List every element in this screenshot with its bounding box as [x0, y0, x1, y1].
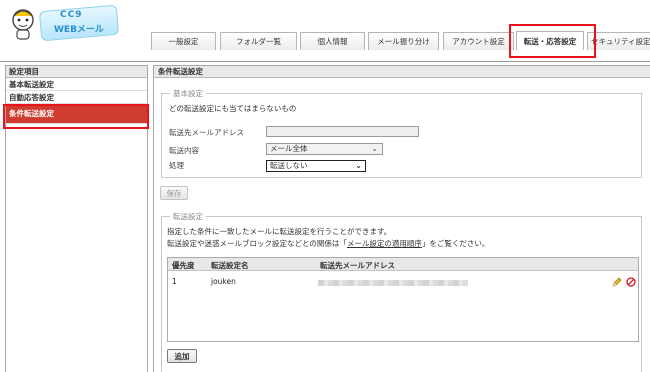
save-button[interactable]: 保存: [160, 186, 188, 200]
table-header: 優先度 転送設定名 転送先メールアドレス: [168, 258, 638, 271]
chevron-down-icon: ⌄: [371, 144, 378, 153]
forward-settings-legend: 転送設定: [170, 211, 206, 222]
process-value: 転送しない: [270, 161, 308, 170]
edit-pencil-icon[interactable]: [612, 277, 622, 287]
column-header-priority: 優先度: [172, 261, 195, 270]
sidebar-highlight-box: [3, 104, 149, 129]
dest-address-label: 転送先メールアドレス: [169, 128, 244, 137]
process-label: 処理: [169, 161, 184, 170]
column-header-address: 転送先メールアドレス: [320, 261, 395, 270]
table-row[interactable]: 1 jouken: [168, 276, 638, 289]
tab-mail-filter[interactable]: メール振り分け: [368, 32, 439, 50]
tab-folder-list[interactable]: フォルダ一覧: [220, 32, 297, 50]
delete-icon[interactable]: [626, 277, 636, 287]
tab-personal-info[interactable]: 個人情報: [300, 32, 365, 50]
forward-content-label: 転送内容: [169, 146, 199, 155]
tab-security[interactable]: セキュリティ設定: [587, 32, 650, 50]
apply-order-link[interactable]: メール設定の適用順序: [347, 239, 422, 248]
dest-address-input[interactable]: [266, 126, 419, 137]
forward-rules-table: 優先度 転送設定名 転送先メールアドレス 1 jouken: [167, 257, 639, 342]
sidebar-header: 設定項目: [6, 66, 147, 78]
chevron-down-icon: ⌄: [355, 161, 362, 170]
mascot-icon: [12, 9, 34, 40]
basic-description: どの転送設定にも当てはまらないもの: [169, 104, 297, 113]
basic-settings-legend: 基本設定: [170, 88, 206, 99]
logo-text-line1: CC9: [60, 10, 83, 20]
app-logo: CC9 WEBメール: [0, 0, 125, 50]
forward-content-value: メール全体: [270, 144, 308, 153]
logo-text-line2: WEBメール: [54, 25, 104, 35]
sidebar-item-basic-forward[interactable]: 基本転送設定: [6, 78, 147, 91]
tab-account-settings[interactable]: アカウント設定: [443, 32, 514, 50]
row-address-redacted: [318, 280, 468, 286]
main-title: 条件転送設定: [154, 66, 650, 78]
forward-description-line1: 指定した条件に一致したメールに転送設定を行うことができます。: [167, 227, 392, 236]
tab-general[interactable]: 一般設定: [151, 32, 216, 50]
sidebar-item-auto-reply[interactable]: 自動応答設定: [6, 91, 147, 104]
row-priority: 1: [172, 277, 177, 286]
forward-content-select[interactable]: メール全体 ⌄: [266, 143, 383, 155]
forward-description-line2: 転送設定や迷惑メールブロック設定などとの関係は「メール設定の適用順序」をご覧くだ…: [167, 238, 489, 249]
column-header-name: 転送設定名: [211, 261, 249, 270]
row-name: jouken: [211, 277, 236, 286]
forward-description-suffix: 」をご覧ください。: [421, 239, 490, 248]
add-button[interactable]: 追加: [167, 349, 197, 363]
forward-description-prefix: 転送設定や迷惑メールブロック設定などとの関係は「: [167, 239, 347, 248]
tab-highlight-box: [509, 24, 596, 58]
process-select[interactable]: 転送しない ⌄: [266, 160, 366, 172]
